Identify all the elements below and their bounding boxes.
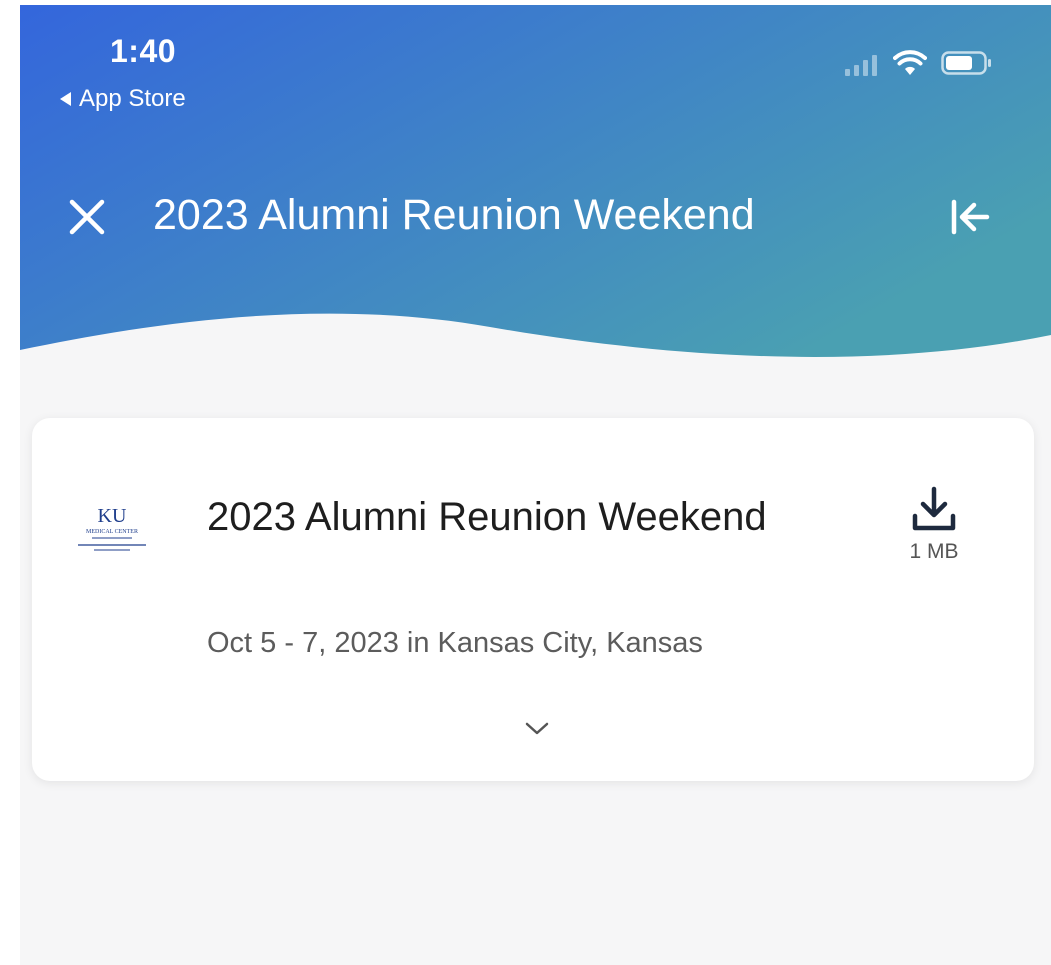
logo-subtext: MEDICAL CENTER xyxy=(86,529,138,535)
status-time: 1:40 xyxy=(110,33,177,69)
download-button[interactable]: 1 MB xyxy=(894,486,974,564)
event-title: 2023 Alumni Reunion Weekend xyxy=(207,495,767,539)
chevron-down-icon[interactable] xyxy=(524,721,550,737)
ku-medical-center-logo: KU MEDICAL CENTER xyxy=(78,505,146,551)
logo-text: KU xyxy=(98,505,127,527)
download-icon xyxy=(912,486,956,531)
close-icon[interactable] xyxy=(68,198,106,236)
status-icons xyxy=(845,50,993,76)
wifi-icon xyxy=(893,50,927,75)
cellular-signal-icon xyxy=(845,55,877,76)
event-card[interactable]: KU MEDICAL CENTER 2023 Alumni Reunion We… xyxy=(32,418,1034,781)
event-dates-location: Oct 5 - 7, 2023 in Kansas City, Kansas xyxy=(207,627,703,659)
page-title: 2023 Alumni Reunion Weekend xyxy=(153,191,755,239)
back-app-label: App Store xyxy=(79,85,186,112)
download-size: 1 MB xyxy=(909,540,959,563)
back-to-app-link[interactable]: App Store xyxy=(60,85,186,113)
back-triangle-icon xyxy=(60,92,71,106)
app-screen: 1:40 App Store 2023 Alumni Reunion Weeke… xyxy=(20,5,1051,965)
collapse-left-icon[interactable] xyxy=(950,198,990,236)
battery-icon xyxy=(941,51,991,75)
